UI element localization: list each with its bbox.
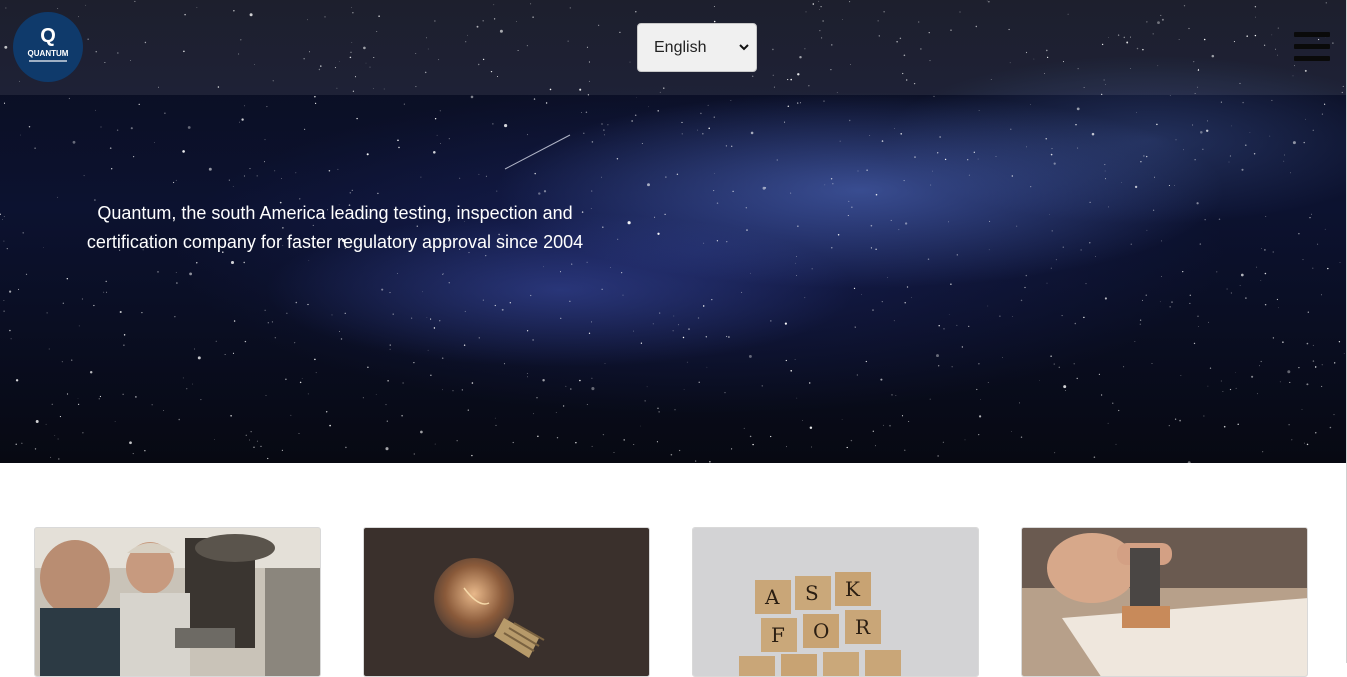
card-ask-for-help[interactable]: A S K F O R	[692, 527, 979, 677]
light-bulb-photo	[364, 528, 649, 676]
quantum-logo[interactable]: Q QUANTUM	[13, 12, 83, 82]
tile-s: S	[805, 581, 819, 605]
chevron-down-icon	[739, 44, 749, 51]
hero-tagline-line-1: Quantum, the south America leading testi…	[97, 203, 573, 223]
card-light-bulb[interactable]	[363, 527, 650, 677]
tile-o: O	[813, 619, 829, 643]
language-select[interactable]: English	[637, 23, 757, 72]
ask-for-help-tiles-photo: A S K F O R	[693, 528, 978, 676]
logo-tagline-mark	[29, 60, 67, 62]
tile-k: K	[845, 577, 861, 601]
logo-letter: Q	[40, 25, 56, 47]
tile-f: F	[771, 623, 785, 647]
logo-name: QUANTUM	[27, 49, 69, 58]
tile-r: R	[855, 615, 871, 639]
card-workers-machinery[interactable]	[34, 527, 321, 677]
stamp-document-photo	[1022, 528, 1307, 676]
workers-machinery-photo	[35, 528, 320, 676]
language-select-value: English	[654, 39, 707, 56]
service-cards: A S K F O R	[0, 463, 1347, 677]
hero-tagline-line-2: certification company for faster regulat…	[86, 232, 584, 252]
tile-a: A	[764, 585, 780, 609]
card-stamp-document[interactable]	[1021, 527, 1308, 677]
hero-banner: Q QUANTUM English Quantum, the south Ame…	[0, 0, 1347, 463]
hamburger-menu-icon[interactable]	[1294, 32, 1330, 62]
hero-tagline: Quantum, the south America leading testi…	[60, 199, 610, 257]
shooting-star	[504, 134, 571, 170]
